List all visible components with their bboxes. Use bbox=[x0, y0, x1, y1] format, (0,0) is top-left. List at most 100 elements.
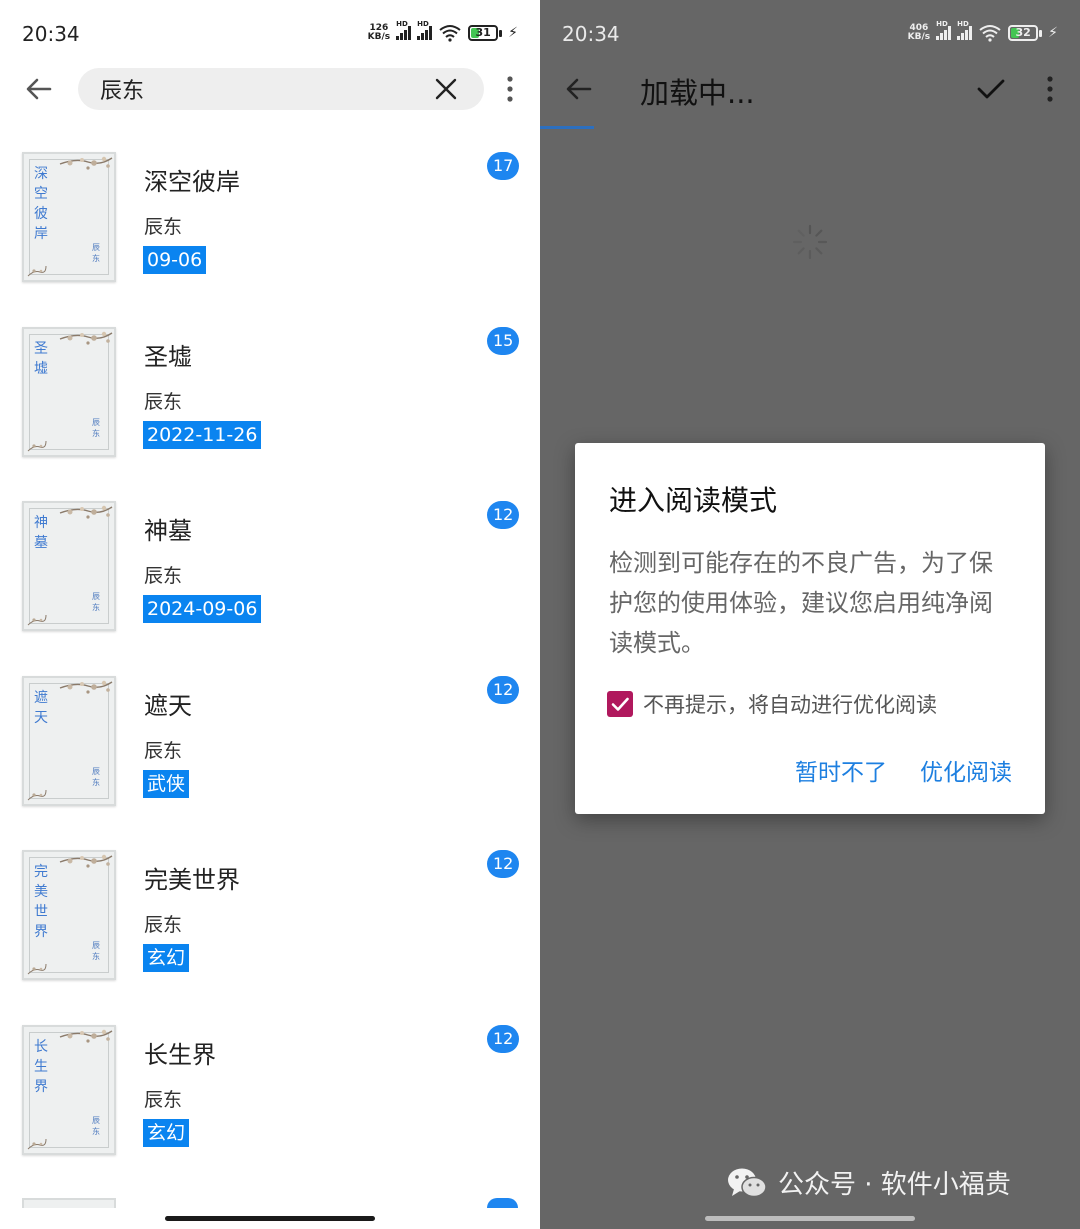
book-title: 深空彼岸 bbox=[144, 168, 240, 196]
book-title: 完美世界 bbox=[144, 866, 240, 894]
dialog-title: 进入阅读模式 bbox=[609, 484, 778, 517]
cover-twig-decoration bbox=[27, 789, 47, 800]
search-input[interactable] bbox=[100, 74, 420, 104]
search-result-item[interactable]: 圣墟 辰东 圣墟 辰东 2022-11-26 15 bbox=[0, 315, 540, 475]
search-results-screen: 20:34 126 KB/s HD HD 31 ⚡ 辰东 深空彼岸 辰东 深空彼… bbox=[0, 0, 540, 1229]
hd-label: HD bbox=[936, 20, 948, 28]
cover-author: 辰东 bbox=[92, 766, 100, 787]
source-count-badge: 17 bbox=[487, 152, 520, 180]
book-tag: 玄幻 bbox=[143, 944, 190, 972]
cover-twig-decoration bbox=[27, 265, 47, 277]
loading-progress-bar bbox=[540, 126, 594, 129]
search-result-item[interactable]: 完美世界 辰东 完美世界 辰东 玄幻 12 bbox=[0, 838, 540, 998]
cover-title: 深空彼岸 bbox=[34, 166, 48, 242]
network-speed-unit: KB/s bbox=[367, 32, 391, 42]
book-author: 辰东 bbox=[144, 739, 183, 762]
book-author: 辰东 bbox=[144, 390, 183, 413]
search-box[interactable] bbox=[78, 68, 484, 110]
cover-branch-decoration bbox=[59, 156, 113, 170]
search-result-item[interactable]: 神墓 辰东 神墓 辰东 2024-09-06 12 bbox=[0, 489, 540, 649]
cover-author: 辰东 bbox=[92, 1115, 100, 1136]
status-bar: 20:34 126 KB/s HD HD 31 ⚡ bbox=[0, 0, 540, 68]
cover-title: 长生界 bbox=[34, 1038, 48, 1095]
status-time: 20:34 bbox=[22, 22, 80, 46]
reader-title: 加载中... bbox=[640, 76, 755, 110]
source-count-badge: 15 bbox=[487, 326, 520, 355]
dont-remind-checkbox[interactable] bbox=[607, 691, 633, 717]
signal-icon-2: HD bbox=[417, 20, 433, 40]
hd-label-2: HD bbox=[957, 20, 969, 28]
battery-icon: 32 bbox=[1008, 25, 1039, 41]
clear-search-icon[interactable] bbox=[434, 77, 458, 101]
charging-icon: ⚡ bbox=[1048, 25, 1058, 41]
battery-level: 32 bbox=[1015, 26, 1031, 39]
battery-tip bbox=[499, 29, 503, 37]
partial-count-badge bbox=[487, 1198, 518, 1208]
more-options-icon[interactable] bbox=[496, 74, 524, 104]
status-icons: 406 KB/s HD HD 32 ⚡ bbox=[908, 20, 1058, 42]
book-title: 长生界 bbox=[144, 1040, 216, 1069]
checkmark-icon[interactable] bbox=[974, 74, 1008, 104]
signal-icon-2: HD bbox=[957, 20, 973, 40]
cover-title: 神墓 bbox=[34, 515, 48, 551]
cover-author: 辰东 bbox=[92, 417, 100, 438]
source-count-badge: 12 bbox=[487, 1024, 520, 1053]
book-cover: 长生界 辰东 bbox=[22, 1024, 116, 1155]
network-speed: 406 KB/s bbox=[908, 24, 930, 42]
gesture-bar[interactable] bbox=[705, 1216, 915, 1221]
network-speed: 126 KB/s bbox=[368, 24, 390, 42]
battery-icon: 31 bbox=[468, 25, 499, 41]
cover-title: 圣墟 bbox=[34, 340, 48, 377]
gesture-bar[interactable] bbox=[165, 1216, 375, 1221]
book-tag: 09-06 bbox=[143, 246, 207, 274]
source-count-badge: 12 bbox=[487, 675, 520, 704]
search-result-item[interactable]: 遮天 辰东 遮天 辰东 武侠 12 bbox=[0, 664, 540, 824]
dialog-message: 检测到可能存在的不良广告，为了保护您的使用体验，建议您启用纯净阅读模式。 bbox=[609, 549, 993, 657]
reader-screen: 20:34 406 KB/s HD HD 32 ⚡ 加载中... 进入阅读模式 … bbox=[540, 0, 1080, 1229]
cover-branch-decoration bbox=[59, 854, 113, 868]
optimize-reading-button[interactable]: 优化阅读 bbox=[920, 753, 1012, 787]
book-cover: 圣墟 辰东 bbox=[22, 326, 116, 457]
source-count-badge: 12 bbox=[487, 501, 520, 529]
reading-mode-dialog: 进入阅读模式 检测到可能存在的不良广告，为了保护您的使用体验，建议您启用纯净阅读… bbox=[575, 443, 1045, 814]
charging-icon: ⚡ bbox=[508, 25, 518, 41]
book-tag: 武侠 bbox=[143, 769, 190, 798]
cover-author: 辰东 bbox=[92, 592, 100, 612]
more-options-icon[interactable] bbox=[1036, 74, 1064, 104]
wifi-icon bbox=[439, 25, 461, 42]
back-arrow-icon[interactable] bbox=[562, 72, 596, 106]
signal-icon: HD bbox=[396, 20, 412, 40]
cover-branch-decoration bbox=[59, 505, 113, 519]
cover-title: 完美世界 bbox=[34, 864, 48, 940]
watermark-text: 公众号 · 软件小福贵 bbox=[778, 1170, 1011, 1200]
search-result-item[interactable]: 深空彼岸 辰东 深空彼岸 辰东 09-06 17 bbox=[0, 140, 540, 300]
back-arrow-icon[interactable] bbox=[22, 72, 56, 106]
book-title: 神墓 bbox=[144, 517, 192, 545]
book-author: 辰东 bbox=[144, 914, 183, 936]
cover-twig-decoration bbox=[27, 1138, 47, 1149]
book-cover: 神墓 辰东 bbox=[22, 501, 116, 631]
book-cover: 完美世界 辰东 bbox=[22, 850, 116, 980]
dont-remind-label[interactable]: 不再提示，将自动进行优化阅读 bbox=[643, 689, 937, 719]
watermark: 公众号 · 软件小福贵 bbox=[726, 1164, 1011, 1201]
book-title: 圣墟 bbox=[144, 342, 192, 371]
not-now-button[interactable]: 暂时不了 bbox=[795, 753, 887, 787]
battery-level: 31 bbox=[475, 26, 491, 39]
search-result-item[interactable]: 长生界 辰东 长生界 辰东 玄幻 12 bbox=[0, 1013, 540, 1173]
cover-branch-decoration bbox=[59, 331, 113, 345]
status-bar: 20:34 406 KB/s HD HD 32 ⚡ bbox=[540, 0, 1080, 68]
book-author: 辰东 bbox=[144, 565, 183, 587]
hd-label-2: HD bbox=[417, 20, 429, 28]
partial-book-cover bbox=[22, 1198, 116, 1208]
battery-tip bbox=[1039, 29, 1043, 37]
cover-twig-decoration bbox=[27, 440, 47, 451]
signal-icon: HD bbox=[936, 20, 952, 40]
network-speed-unit: KB/s bbox=[907, 32, 931, 42]
wifi-icon bbox=[979, 25, 1001, 42]
cover-author: 辰东 bbox=[92, 941, 100, 961]
cover-branch-decoration bbox=[59, 680, 113, 694]
hd-label: HD bbox=[396, 20, 408, 28]
source-count-badge: 12 bbox=[487, 850, 520, 878]
cover-branch-decoration bbox=[59, 1029, 113, 1043]
cover-author: 辰东 bbox=[92, 243, 100, 263]
